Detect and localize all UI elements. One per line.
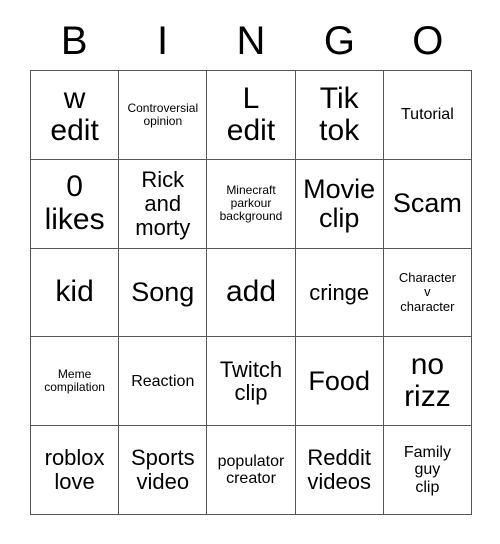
bingo-cell-label: Reddit videos [307,445,371,495]
bingo-cell-label: roblox love [44,445,105,495]
bingo-cell[interactable]: Song [119,248,208,338]
bingo-cell-label: Tik tok [319,81,360,147]
bingo-cell-label: L edit [226,81,276,147]
bingo-header-row: B I N G O [30,12,472,70]
bingo-cell-label: Tutorial [401,106,454,124]
bingo-cell[interactable]: no rizz [383,337,472,427]
bingo-cell[interactable]: Rick and morty [119,159,208,249]
bingo-header-letter-o: O [412,19,444,63]
bingo-cell[interactable]: roblox love [31,426,120,515]
bingo-cell-label: Controversial opinion [127,100,199,128]
bingo-header-letter-n: N [236,19,266,63]
bingo-cell-label: Character v character [398,270,456,314]
bingo-cell[interactable]: Food [295,337,384,427]
bingo-cell-label: kid [55,275,94,309]
bingo-cell[interactable]: Meme compilation [31,337,120,427]
bingo-cell[interactable]: cringe [295,248,384,338]
bingo-cell-label: add [225,275,277,309]
bingo-cell[interactable]: kid [31,248,120,338]
bingo-header-letter-b: B [60,19,88,63]
bingo-cell-label: Meme compilation [44,367,105,395]
bingo-cell-label: Scam [392,188,462,219]
bingo-cell[interactable]: w edit [31,71,120,160]
bingo-cell[interactable]: Sports video [119,426,208,515]
bingo-cell-label: no rizz [404,347,451,414]
bingo-card: B I N G O w edit Controversial opinion L… [30,12,472,515]
bingo-cell[interactable]: Reddit videos [295,426,384,515]
bingo-cell[interactable]: Tik tok [295,71,384,160]
bingo-cell[interactable]: Character v character [383,248,472,338]
bingo-cell[interactable]: Reaction [119,337,208,427]
bingo-cell-label: Movie clip [303,173,376,233]
bingo-cell[interactable]: 0 likes [31,159,120,249]
bingo-cell[interactable]: Twitch clip [207,337,296,427]
bingo-cell-label: Reaction [131,372,195,390]
bingo-cell-label: Minecraft parkour background [219,183,283,224]
bingo-cell-label: Sports video [130,445,195,495]
bingo-cell[interactable]: Controversial opinion [119,71,208,160]
bingo-cell-label: Rick and morty [135,167,191,240]
bingo-cell-label: Family guy clip [403,444,451,496]
bingo-cell-label: Song [131,276,195,307]
bingo-cell-label: w edit [50,81,99,147]
bingo-header-letter-i: I [157,19,169,63]
bingo-cell[interactable]: add [207,248,296,338]
bingo-cell[interactable]: Movie clip [295,159,384,249]
bingo-header-letter-g: G [323,19,355,63]
bingo-grid: w edit Controversial opinion L edit Tik … [30,70,472,515]
bingo-cell-label: 0 likes [44,170,105,236]
bingo-cell[interactable]: populator creator [207,426,296,515]
bingo-cell[interactable]: L edit [207,71,296,160]
bingo-cell[interactable]: Family guy clip [383,426,472,515]
bingo-cell[interactable]: Minecraft parkour background [207,159,296,249]
bingo-cell-label: Food [308,365,370,396]
bingo-cell-label: Twitch clip [219,356,283,406]
bingo-cell[interactable]: Tutorial [383,71,472,160]
bingo-cell-label: populator creator [217,452,285,488]
bingo-cell-label: cringe [309,279,370,305]
bingo-cell[interactable]: Scam [383,159,472,249]
